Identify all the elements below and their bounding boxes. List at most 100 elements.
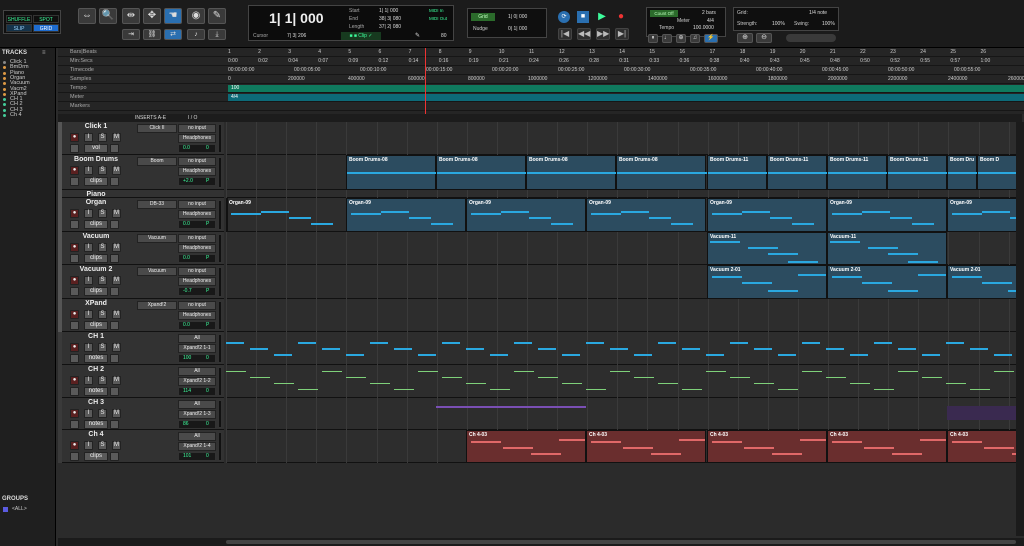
- midi-clip[interactable]: Ch 4-03: [707, 430, 827, 463]
- group-all[interactable]: <ALL>: [12, 506, 27, 512]
- track-height-icon[interactable]: [110, 354, 119, 363]
- output-selector[interactable]: Headphones: [178, 134, 216, 143]
- track-lock-icon[interactable]: [70, 452, 79, 461]
- output-selector[interactable]: Xpand!2 1-3: [178, 410, 216, 419]
- track-view-selector[interactable]: vol: [84, 144, 108, 153]
- grid-value[interactable]: 1| 0| 000: [508, 14, 527, 20]
- play-button[interactable]: ▶: [596, 11, 608, 23]
- track-height-icon[interactable]: [110, 220, 119, 229]
- track-view-selector[interactable]: clips: [84, 254, 108, 263]
- meter-lane[interactable]: [228, 94, 1024, 101]
- solo-button[interactable]: S: [98, 133, 107, 142]
- tempo-lane[interactable]: [228, 85, 1024, 92]
- track-record-button[interactable]: ●: [70, 209, 79, 218]
- solo-button[interactable]: S: [98, 209, 107, 218]
- track-visibility-icon[interactable]: [3, 114, 6, 117]
- track-name[interactable]: CH 2: [66, 366, 126, 373]
- midi-clip[interactable]: Organ-09: [827, 198, 947, 232]
- wait-for-note-button[interactable]: ⏸: [648, 34, 658, 43]
- mute-button[interactable]: M: [112, 166, 121, 175]
- output-selector[interactable]: Xpand!2 1-1: [178, 344, 216, 353]
- output-selector[interactable]: Headphones: [178, 167, 216, 176]
- insert-slot[interactable]: Boom: [137, 157, 177, 166]
- track-lane-3[interactable]: [226, 190, 1024, 198]
- swing-value[interactable]: 100%: [822, 21, 835, 27]
- input-selector[interactable]: no input: [178, 200, 216, 209]
- track-lane-1[interactable]: [226, 122, 1024, 155]
- track-lock-icon[interactable]: [70, 321, 79, 330]
- midi-clip[interactable]: Boom Drums-11: [767, 155, 858, 190]
- solo-button[interactable]: S: [98, 166, 107, 175]
- track-lock-icon[interactable]: [70, 420, 79, 429]
- solo-button[interactable]: S: [98, 343, 107, 352]
- mirror-midi-icon[interactable]: ♪: [187, 29, 205, 40]
- horizontal-scrollbar[interactable]: [58, 538, 1024, 546]
- quantize-grid-value[interactable]: 1/4 note: [809, 10, 827, 16]
- slip-mode-button[interactable]: SLIP: [6, 24, 32, 32]
- stop-button[interactable]: ■: [577, 11, 589, 23]
- pan-display[interactable]: P: [206, 321, 209, 330]
- track-visibility-icon[interactable]: [3, 76, 6, 80]
- tab-to-transient-icon[interactable]: ⇥: [122, 29, 140, 40]
- input-selector[interactable]: All: [178, 367, 216, 376]
- track-input-button[interactable]: I: [84, 310, 93, 319]
- bars-beats-ruler[interactable]: Bars|Beats 1 2 3 4 5 6 7 8 9 10 11 12 13 14 15 16 17 18 19 2…: [58, 48, 1024, 57]
- track-visibility-icon[interactable]: [3, 92, 6, 96]
- track-lane-6[interactable]: Vacuum 2-01 Vacuum 2-01 Vacuum 2-01: [226, 265, 1024, 299]
- track-list-item[interactable]: CH 1: [0, 96, 56, 102]
- solo-button[interactable]: S: [98, 376, 107, 385]
- midi-clip[interactable]: Boom D: [977, 155, 1024, 190]
- end-value[interactable]: 38| 3| 080: [379, 16, 401, 22]
- track-name[interactable]: Piano: [66, 191, 126, 198]
- track-visibility-icon[interactable]: [3, 87, 6, 91]
- volume-display[interactable]: 0.0: [178, 254, 216, 263]
- track-height-icon[interactable]: [110, 387, 119, 396]
- track-lock-icon[interactable]: [70, 177, 79, 186]
- track-visibility-icon[interactable]: [3, 61, 6, 64]
- track-input-button[interactable]: I: [84, 276, 93, 285]
- grabber-tool-icon[interactable]: ☚: [164, 8, 182, 24]
- track-input-button[interactable]: I: [84, 209, 93, 218]
- track-height-icon[interactable]: [110, 287, 119, 296]
- go-to-end-button[interactable]: ▶|: [615, 28, 629, 40]
- track-list-item[interactable]: Ch 4: [0, 112, 56, 118]
- input-selector[interactable]: no input: [178, 157, 216, 166]
- inserts-header[interactable]: INSERTS A-E: [135, 114, 166, 122]
- track-name[interactable]: Boom Drums: [66, 156, 126, 163]
- track-height-icon[interactable]: [110, 177, 119, 186]
- mute-button[interactable]: M: [112, 209, 121, 218]
- strength-value[interactable]: 100%: [772, 21, 785, 27]
- track-record-button[interactable]: ●: [70, 441, 79, 450]
- midi-clip[interactable]: Boom Drums-11: [887, 155, 978, 190]
- midi-clip[interactable]: Organ-09: [586, 198, 706, 232]
- minsecs-ruler[interactable]: Min:Secs 0:00 0:02 0:04 0:07 0:09 0:12 0:14 0:16…: [58, 57, 1024, 66]
- input-selector[interactable]: no input: [178, 267, 216, 276]
- track-record-button[interactable]: ●: [70, 133, 79, 142]
- zoom-toggle-button[interactable]: ⇔: [78, 8, 96, 24]
- midi-clip[interactable]: Ch 4-03: [586, 430, 706, 463]
- pan-display[interactable]: P: [206, 177, 209, 186]
- track-visibility-icon[interactable]: [3, 82, 6, 86]
- output-selector[interactable]: Headphones: [178, 244, 216, 253]
- track-record-button[interactable]: ●: [70, 243, 79, 252]
- return-to-zero-button[interactable]: |◀: [558, 28, 572, 40]
- fast-forward-button[interactable]: ▶▶: [596, 28, 610, 40]
- pan-display[interactable]: 0: [206, 354, 209, 363]
- input-selector[interactable]: All: [178, 432, 216, 441]
- meter-marker[interactable]: 4/4: [231, 93, 238, 102]
- track-lock-icon[interactable]: [70, 387, 79, 396]
- track-name[interactable]: Organ: [66, 199, 126, 206]
- volume-display[interactable]: 0.0: [178, 220, 216, 229]
- spot-mode-button[interactable]: SPOT: [33, 15, 59, 23]
- track-list-item[interactable]: Vacuum: [0, 80, 56, 86]
- track-lane-4[interactable]: Organ-09 Organ-09 Organ-09 Organ-09 Organ-09…: [226, 198, 1024, 232]
- track-lane-5[interactable]: Vacuum-11 Vacuum-11: [226, 232, 1024, 265]
- track-visibility-icon[interactable]: [3, 98, 6, 102]
- count-off-button[interactable]: Count Off: [650, 10, 678, 17]
- track-visibility-icon[interactable]: [3, 108, 6, 112]
- pencil-tool-icon[interactable]: ✎: [208, 8, 226, 24]
- track-name[interactable]: CH 3: [66, 399, 126, 406]
- track-input-button[interactable]: I: [84, 243, 93, 252]
- solo-button[interactable]: S: [98, 409, 107, 418]
- track-input-button[interactable]: I: [84, 133, 93, 142]
